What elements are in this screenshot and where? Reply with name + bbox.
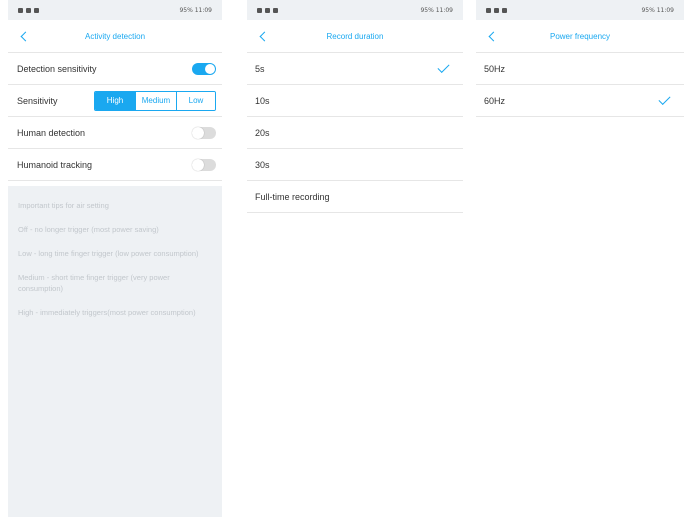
option-label: 5s bbox=[255, 63, 265, 74]
status-text: 95% 11:09 bbox=[179, 6, 212, 14]
humanoid-tracking-row: Humanoid tracking bbox=[8, 149, 222, 181]
list-item[interactable]: 30s bbox=[247, 149, 463, 181]
status-icons-left bbox=[18, 7, 39, 13]
tips-heading: Important tips for air setting bbox=[18, 201, 109, 210]
human-detection-label: Human detection bbox=[17, 127, 86, 138]
list-item[interactable]: Full-time recording bbox=[247, 181, 463, 213]
option-label: 60Hz bbox=[484, 95, 506, 106]
tip-high: High - immediately triggers(most power c… bbox=[18, 308, 196, 317]
status-text: 95% 11:09 bbox=[420, 6, 453, 14]
back-chevron-icon[interactable] bbox=[18, 27, 32, 45]
power-frequency-screen: 95% 11:09 Power frequency 50Hz 60Hz bbox=[476, 0, 684, 517]
option-label: 20s bbox=[255, 127, 270, 138]
status-icons-right: 95% 11:09 bbox=[420, 7, 453, 14]
sensitivity-option-low[interactable]: Low bbox=[176, 91, 215, 110]
list-item[interactable]: 20s bbox=[247, 117, 463, 149]
sensitivity-option-medium[interactable]: Medium bbox=[135, 91, 176, 110]
status-bar: 95% 11:09 bbox=[8, 0, 222, 20]
header: Power frequency bbox=[476, 20, 684, 53]
status-text: 95% 11:09 bbox=[641, 6, 674, 14]
detection-sensitivity-label: Detection sensitivity bbox=[17, 63, 97, 74]
humanoid-tracking-label: Humanoid tracking bbox=[17, 159, 93, 170]
status-bar: 95% 11:09 bbox=[476, 0, 684, 20]
status-icons-right: 95% 11:09 bbox=[641, 7, 674, 14]
record-duration-screen: 95% 11:09 Record duration 5s 10s 20s 30s… bbox=[247, 0, 463, 517]
activity-detection-screen: 95% 11:09 Activity detection Detection s… bbox=[8, 0, 222, 517]
checkmark-icon bbox=[437, 60, 450, 74]
sensitivity-option-high[interactable]: High bbox=[95, 91, 135, 110]
tip-off: Off - no longer trigger (most power savi… bbox=[18, 225, 159, 234]
detection-sensitivity-toggle[interactable] bbox=[192, 62, 216, 75]
page-title: Record duration bbox=[326, 31, 384, 41]
page-title: Power frequency bbox=[549, 31, 611, 41]
option-label: Full-time recording bbox=[255, 191, 330, 202]
checkmark-icon bbox=[658, 92, 671, 106]
list-item[interactable]: 50Hz bbox=[476, 53, 684, 85]
header: Activity detection bbox=[8, 20, 222, 53]
header: Record duration bbox=[247, 20, 463, 53]
status-icons-left bbox=[257, 7, 278, 13]
status-icons-left bbox=[486, 7, 507, 13]
list-item[interactable]: 10s bbox=[247, 85, 463, 117]
detection-sensitivity-row: Detection sensitivity bbox=[8, 53, 222, 85]
back-chevron-icon[interactable] bbox=[486, 27, 500, 45]
sensitivity-segmented-control: High Medium Low bbox=[94, 90, 216, 111]
page-title: Activity detection bbox=[84, 31, 146, 41]
sensitivity-row: Sensitivity High Medium Low bbox=[8, 85, 222, 117]
status-bar: 95% 11:09 bbox=[247, 0, 463, 20]
list-item[interactable]: 60Hz bbox=[476, 85, 684, 117]
list-item[interactable]: 5s bbox=[247, 53, 463, 85]
tip-medium: Medium - short time finger trigger (very… bbox=[18, 273, 170, 293]
human-detection-row: Human detection bbox=[8, 117, 222, 149]
status-icons-right: 95% 11:09 bbox=[179, 7, 212, 14]
sensitivity-label: Sensitivity bbox=[17, 95, 58, 106]
human-detection-toggle[interactable] bbox=[192, 126, 216, 139]
tip-low: Low - long time finger trigger (low powe… bbox=[18, 249, 199, 258]
tips-panel: Important tips for air setting Off - no … bbox=[8, 186, 222, 517]
option-label: 10s bbox=[255, 95, 270, 106]
humanoid-tracking-toggle[interactable] bbox=[192, 158, 216, 171]
option-label: 50Hz bbox=[484, 63, 506, 74]
option-label: 30s bbox=[255, 159, 270, 170]
back-chevron-icon[interactable] bbox=[257, 27, 271, 45]
